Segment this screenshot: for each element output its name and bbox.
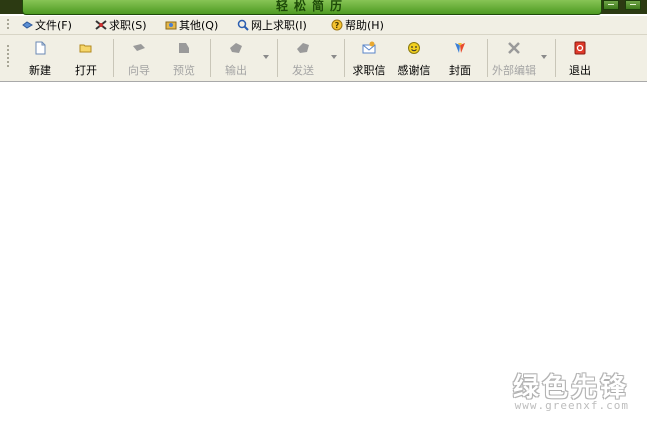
new-label: 新建 [29, 64, 51, 77]
menu-other-label: 其他(Q) [179, 19, 219, 32]
toolbar-separator [210, 39, 211, 77]
wizard-icon [131, 40, 147, 56]
cover-letter-button[interactable]: 求职信 [352, 37, 386, 77]
toolbar: 新建 打开 向导 预览 输出 发送 求职信 感谢信 封面 外部编辑 退出 [0, 35, 647, 82]
maximize-button[interactable] [625, 0, 641, 10]
new-button[interactable]: 新建 [28, 37, 52, 77]
menu-online-job-label: 网上求职(I) [251, 19, 307, 32]
toolbar-separator [344, 39, 345, 77]
online-job-icon [237, 19, 249, 31]
open-label: 打开 [75, 64, 97, 77]
title-bar: 轻松简历 [0, 0, 647, 15]
new-file-icon [32, 40, 48, 56]
export-dropdown-arrow[interactable] [263, 55, 269, 59]
menu-job-label: 求职(S) [109, 19, 147, 32]
cover-button[interactable]: 封面 [448, 37, 472, 77]
menubar-grip[interactable] [7, 19, 10, 31]
cover-icon [452, 40, 468, 56]
svg-text:?: ? [335, 21, 340, 30]
toolbar-separator [487, 39, 488, 77]
external-edit-dropdown-arrow[interactable] [541, 55, 547, 59]
watermark: 绿色先锋 www.greenxf.com [484, 367, 629, 415]
toolbar-separator [277, 39, 278, 77]
preview-label: 预览 [173, 64, 195, 77]
help-icon: ? [331, 19, 343, 31]
wizard-button[interactable]: 向导 [127, 37, 151, 77]
open-folder-icon [78, 40, 94, 56]
toolbar-separator [555, 39, 556, 77]
menu-help-label: 帮助(H) [345, 19, 384, 32]
toolbar-grip[interactable] [7, 45, 10, 69]
export-icon [228, 40, 244, 56]
send-icon [295, 40, 311, 56]
window-title: 轻松简历 [22, 0, 602, 15]
watermark-url: www.greenxf.com [514, 399, 629, 412]
menu-file[interactable]: 文件(F) [21, 18, 72, 32]
exit-label: 退出 [569, 64, 591, 77]
external-edit-icon [506, 40, 522, 56]
external-edit-button[interactable]: 外部编辑 [492, 37, 536, 77]
minimize-button[interactable] [603, 0, 619, 10]
menu-bar: 文件(F) 求职(S) 其他(Q) 网上求职(I) ? 帮助(H) [0, 16, 647, 35]
external-edit-label: 外部编辑 [492, 64, 536, 77]
toolbar-separator [113, 39, 114, 77]
file-icon [21, 19, 33, 31]
other-icon [165, 19, 177, 31]
menu-file-label: 文件(F) [35, 19, 72, 32]
export-button[interactable]: 输出 [224, 37, 248, 77]
maximize-icon [630, 4, 636, 5]
thank-you-letter-button[interactable]: 感谢信 [397, 37, 431, 77]
export-label: 输出 [225, 64, 247, 77]
menu-job[interactable]: 求职(S) [95, 18, 147, 32]
minimize-icon [608, 4, 614, 5]
cover-letter-icon [361, 40, 377, 56]
send-dropdown-arrow[interactable] [331, 55, 337, 59]
window-controls [601, 0, 647, 12]
send-label: 发送 [292, 64, 314, 77]
cover-letter-label: 求职信 [352, 64, 386, 77]
preview-button[interactable]: 预览 [172, 37, 196, 77]
menu-help[interactable]: ? 帮助(H) [331, 18, 384, 32]
wizard-label: 向导 [128, 64, 150, 77]
open-button[interactable]: 打开 [74, 37, 98, 77]
exit-button[interactable]: 退出 [568, 37, 592, 77]
preview-icon [176, 40, 192, 56]
thank-you-letter-label: 感谢信 [397, 64, 431, 77]
exit-icon [572, 40, 588, 56]
job-icon [95, 19, 107, 31]
cover-label: 封面 [449, 64, 471, 77]
send-button[interactable]: 发送 [291, 37, 315, 77]
menu-online-job[interactable]: 网上求职(I) [237, 18, 307, 32]
menu-other[interactable]: 其他(Q) [165, 18, 218, 32]
smiley-icon [406, 40, 422, 56]
